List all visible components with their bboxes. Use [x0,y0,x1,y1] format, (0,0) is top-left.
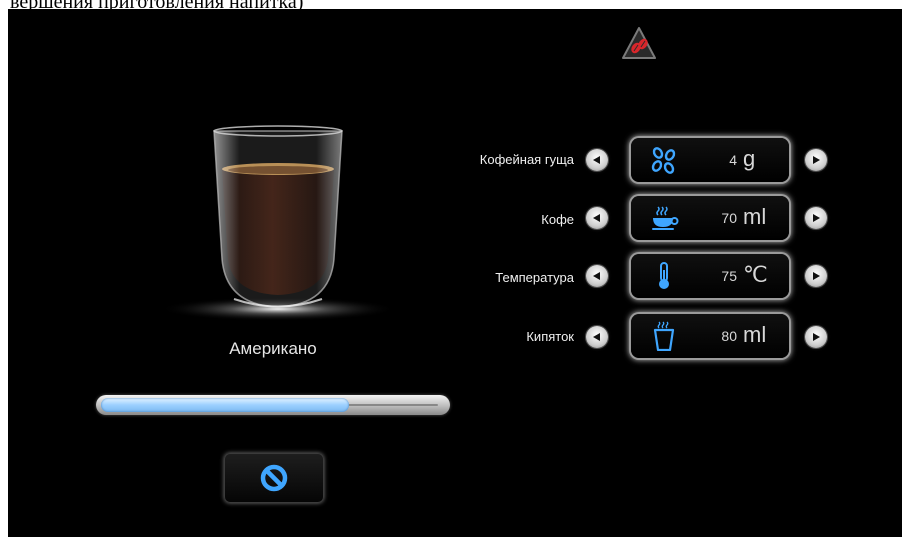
hot-water-cup-icon [653,321,675,351]
coffee-unit: ml [743,204,767,229]
coffee-beans-icon [651,147,676,174]
decrease-hot-water-button[interactable] [586,326,608,348]
increase-coffee-button[interactable] [805,207,827,229]
decrease-coffee-button[interactable] [586,207,608,229]
coffee-value-box: 70 ml [631,196,789,240]
thermometer-icon [659,262,669,289]
arrow-left-icon [593,214,600,222]
arrow-right-icon [813,272,820,280]
hot-water-value-box: 80 ml [631,314,789,358]
param-label-coffee-grounds: Кофейная гуща [479,152,574,167]
drink-name: Американо [229,339,317,358]
coffee-grounds-value-box: 4 g [631,138,789,182]
increase-hot-water-button[interactable] [805,326,827,348]
hot-water-unit: ml [743,322,767,347]
brewing-progress-bar [96,395,450,415]
decrease-temperature-button[interactable] [586,265,608,287]
arrow-right-icon [813,214,820,222]
arrow-left-icon [593,272,600,280]
top-caption: вершения приготовления напитка) [10,0,303,9]
hot-water-value: 80 [721,328,737,344]
arrow-left-icon [593,156,600,164]
increase-temperature-button[interactable] [805,265,827,287]
coffee-grounds-unit: g [743,146,756,171]
param-label-hot-water: Кипяток [526,329,574,344]
param-label-coffee: Кофе [541,212,574,227]
cancel-button[interactable] [224,453,324,503]
coffee-beans-warning-icon[interactable] [621,26,657,60]
temperature-unit: ℃ [743,262,768,287]
progress-fill [101,398,349,412]
temperature-value: 75 [721,268,737,284]
coffee-value: 70 [721,210,737,226]
coffee-machine-screen: Американо Кофейная гуща 4 g Кофе 70 ml Т… [8,9,902,537]
coffee-grounds-value: 4 [729,152,737,168]
arrow-right-icon [813,333,820,341]
temperature-value-box: 75 ℃ [631,254,789,298]
arrow-left-icon [593,333,600,341]
decrease-coffee-grounds-button[interactable] [586,149,608,171]
coffee-cup-icon [652,206,679,230]
param-label-temperature: Температура [495,270,574,285]
increase-coffee-grounds-button[interactable] [805,149,827,171]
americano-glass-image [160,125,396,321]
arrow-right-icon [813,156,820,164]
prohibit-icon [260,464,288,492]
